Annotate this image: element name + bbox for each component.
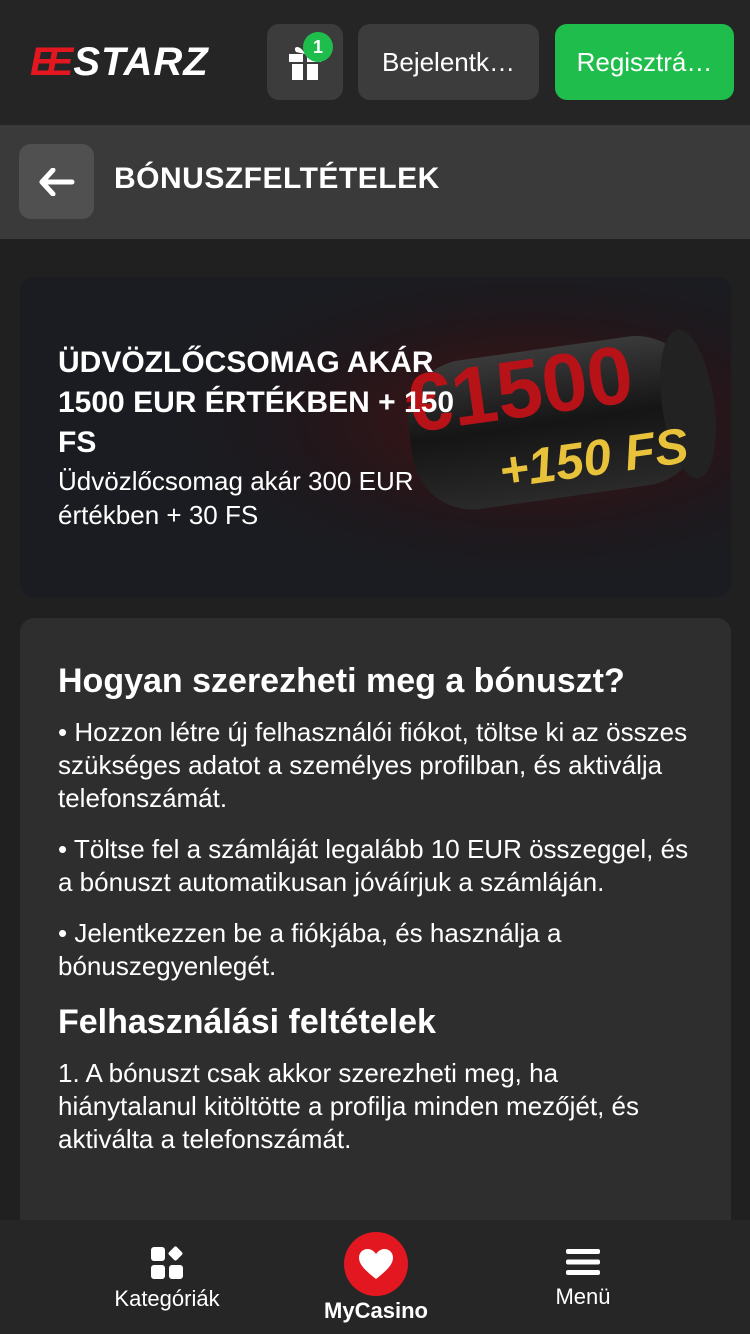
login-button[interactable]: Bejelentk… <box>358 24 539 100</box>
bonus-terms-card: Hogyan szerezheti meg a bónuszt? • Hozzo… <box>20 618 731 1258</box>
page-title-bar: BÓNUSZFELTÉTELEK <box>0 125 750 239</box>
logo-text: STARZ <box>73 39 209 84</box>
banner-subtitle: Üdvözlőcsomag akár 300 EUR értékben + 30… <box>58 466 414 530</box>
nav-menu-label: Menü <box>555 1284 611 1309</box>
top-header: EE STARZ 1 Bejelentk… Regisztrá… <box>0 0 750 125</box>
mycasino-badge <box>344 1232 408 1296</box>
heart-icon <box>359 1249 393 1279</box>
bonus-banner: €1500 +150 FS ÜDVÖZLŐCSOMAG AKÁR 1500 EU… <box>20 277 731 597</box>
step-item: • Jelentkezzen be a fiókjába, és használ… <box>58 918 562 981</box>
nav-mycasino-label: MyCasino <box>324 1298 428 1323</box>
gift-count-badge: 1 <box>303 32 333 62</box>
page-title: BÓNUSZFELTÉTELEK <box>114 162 440 195</box>
how-to-get-heading: Hogyan szerezheti meg a bónuszt? <box>58 662 625 700</box>
nav-menu[interactable]: Menü <box>483 1220 683 1334</box>
gift-button[interactable] <box>267 24 343 100</box>
bottom-navigation: Kategóriák MyCasino Menü <box>0 1220 750 1334</box>
categories-icon <box>151 1246 183 1279</box>
register-button[interactable]: Regisztrá… <box>555 24 734 100</box>
back-button[interactable] <box>19 144 94 219</box>
term-item: 1. A bónuszt csak akkor szerezheti meg, … <box>58 1058 639 1154</box>
banner-title: ÜDVÖZLŐCSOMAG AKÁR 1500 EUR ÉRTÉKBEN + 1… <box>58 346 455 459</box>
nav-categories-label: Kategóriák <box>114 1286 220 1311</box>
step-item: • Hozzon létre új felhasználói fiókot, t… <box>58 717 688 813</box>
logo-prefix: EE <box>30 39 73 84</box>
nav-mycasino[interactable]: MyCasino <box>276 1220 476 1334</box>
arrow-left-icon <box>39 167 74 196</box>
terms-heading: Felhasználási feltételek <box>58 1003 436 1041</box>
brand-logo[interactable]: EE STARZ <box>30 40 209 84</box>
nav-categories[interactable]: Kategóriák <box>67 1220 267 1334</box>
step-item: • Töltse fel a számláját legalább 10 EUR… <box>58 834 689 897</box>
hamburger-menu-icon <box>566 1249 600 1275</box>
